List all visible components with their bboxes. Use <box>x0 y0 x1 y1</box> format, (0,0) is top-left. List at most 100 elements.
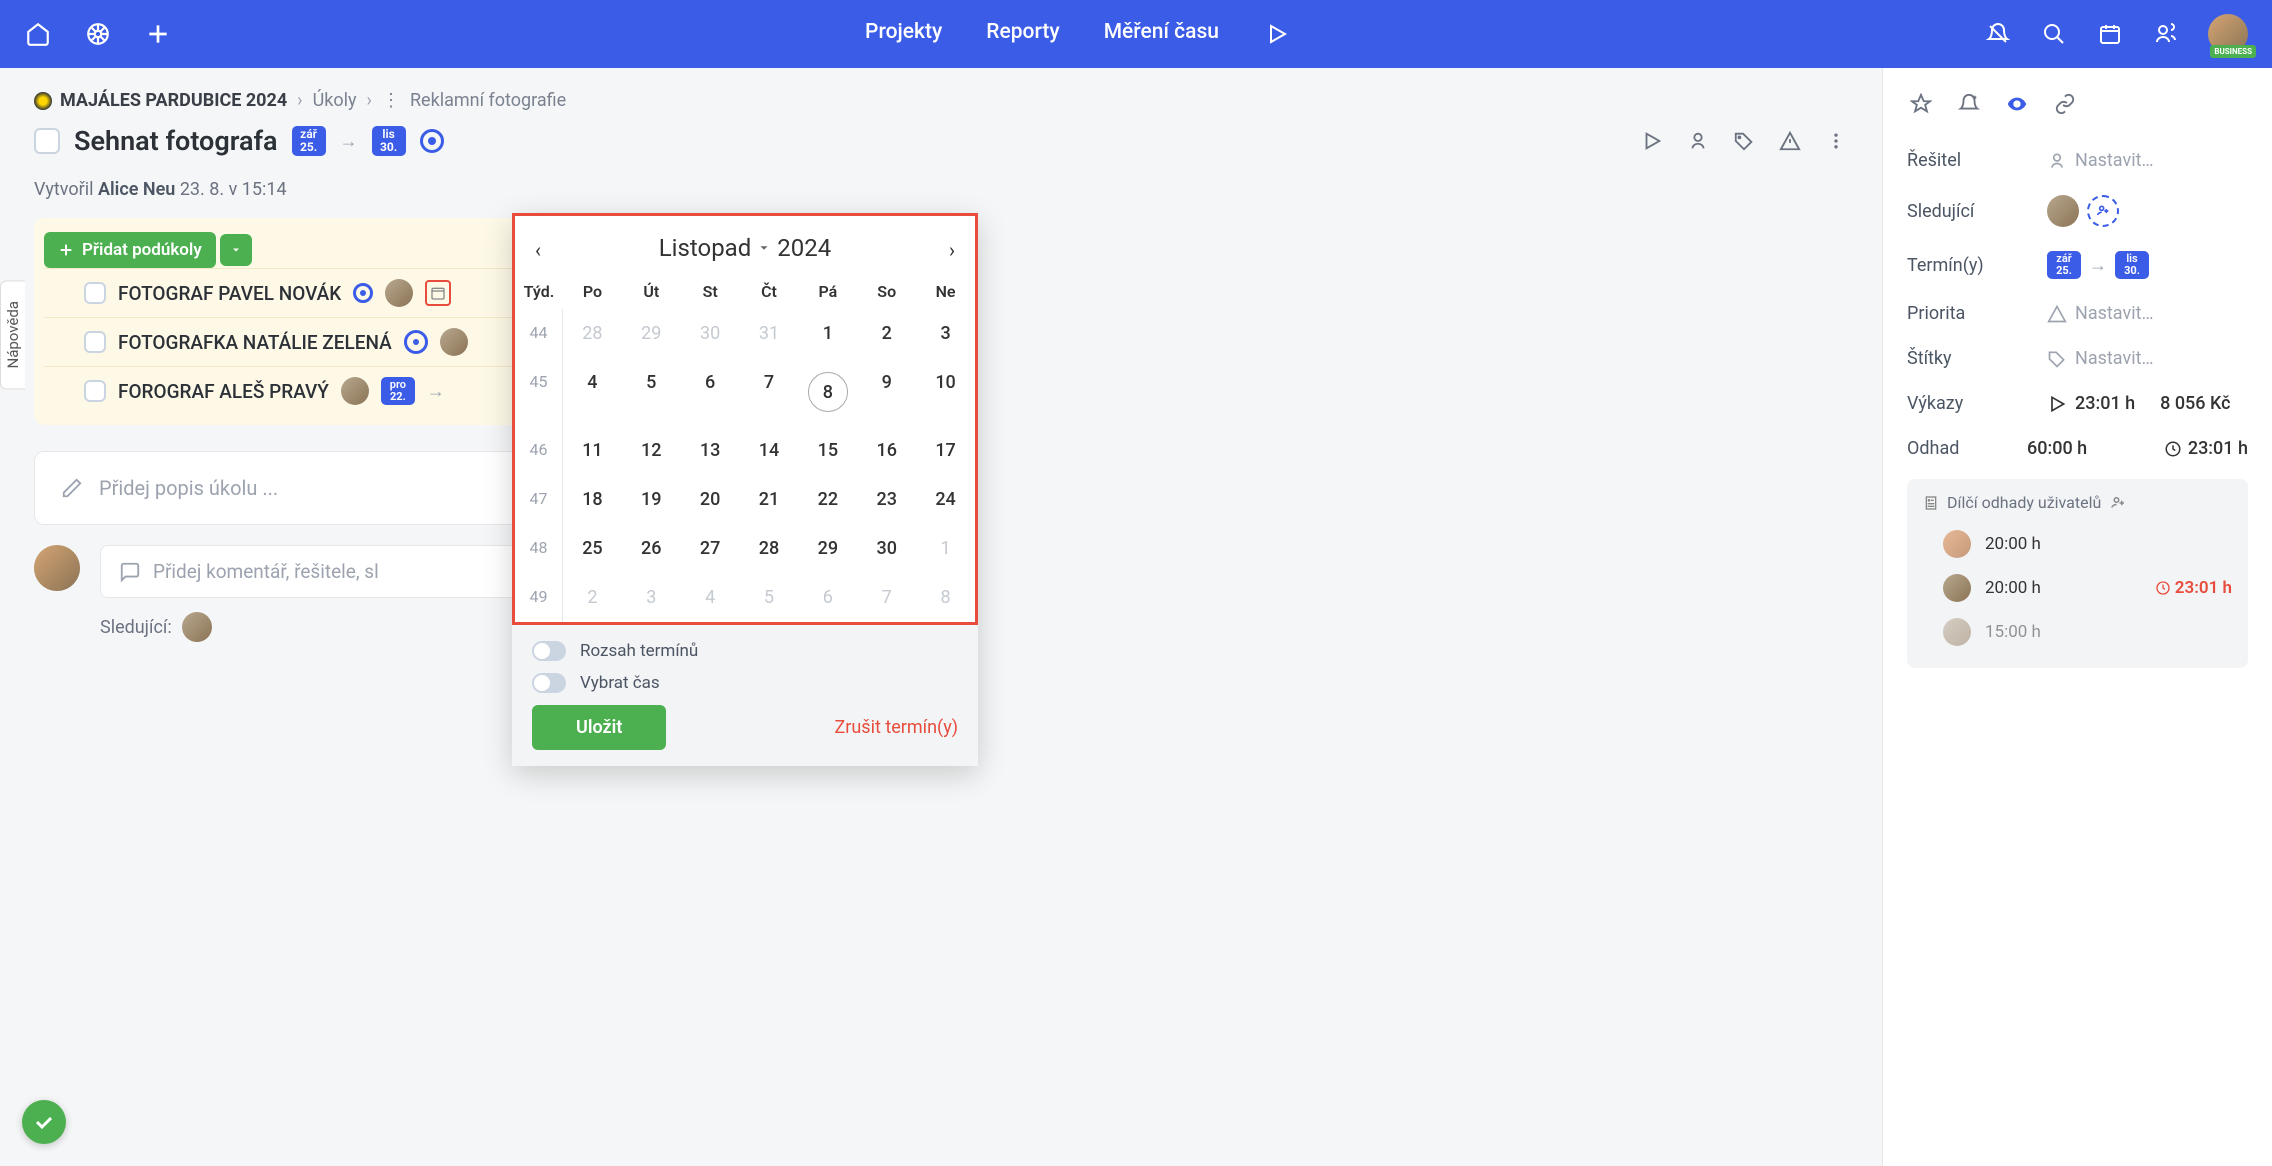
calendar-day[interactable]: 3 <box>622 573 681 622</box>
calendar-day[interactable]: 9 <box>857 358 916 426</box>
calendar-day[interactable]: 25 <box>563 524 622 573</box>
home-icon[interactable] <box>24 20 52 48</box>
calendar-day[interactable]: 28 <box>563 309 622 358</box>
calendar-day[interactable]: 5 <box>622 358 681 426</box>
calendar-day[interactable]: 19 <box>622 475 681 524</box>
calendar-day[interactable]: 7 <box>740 358 799 426</box>
calendar-day[interactable]: 13 <box>681 426 740 475</box>
range-toggle[interactable] <box>532 641 566 661</box>
calendar-month[interactable]: Listopad <box>659 234 752 262</box>
more-icon[interactable] <box>1824 129 1848 153</box>
calendar-day[interactable]: 22 <box>798 475 857 524</box>
calendar-year[interactable]: 2024 <box>777 234 831 262</box>
calendar-day[interactable]: 29 <box>798 524 857 573</box>
calendar-day[interactable]: 23 <box>857 475 916 524</box>
calendar-day[interactable]: 11 <box>563 426 622 475</box>
calendar-day[interactable]: 27 <box>681 524 740 573</box>
star-icon[interactable] <box>1907 90 1935 118</box>
bell-icon[interactable] <box>1984 20 2012 48</box>
subtask-date-badge[interactable]: pro22. <box>381 377 415 405</box>
calendar-button[interactable] <box>425 280 451 306</box>
calendar-day[interactable]: 10 <box>916 358 975 426</box>
calendar-day[interactable]: 2 <box>563 573 622 622</box>
calendar-day[interactable]: 16 <box>857 426 916 475</box>
assignee-avatar[interactable] <box>385 279 413 307</box>
breadcrumb-project[interactable]: MAJÁLES PARDUBICE 2024 <box>34 90 287 111</box>
calendar-day[interactable]: 12 <box>622 426 681 475</box>
link-icon[interactable] <box>2051 90 2079 118</box>
calendar-day[interactable]: 6 <box>681 358 740 426</box>
calendar-day[interactable]: 24 <box>916 475 975 524</box>
calendar-day[interactable]: 3 <box>916 309 975 358</box>
user-avatar[interactable]: BUSINESS <box>2208 14 2248 54</box>
watcher-avatar[interactable] <box>182 612 212 642</box>
calendar-day[interactable]: 17 <box>916 426 975 475</box>
prev-month-button[interactable]: ‹ <box>535 238 541 262</box>
calendar-day[interactable]: 29 <box>622 309 681 358</box>
calendar-day[interactable]: 8 <box>798 358 857 426</box>
play-icon[interactable] <box>1640 129 1664 153</box>
target-icon[interactable] <box>353 283 373 303</box>
save-button[interactable]: Uložit <box>532 705 666 750</box>
date-to-badge[interactable]: lis30. <box>372 126 406 156</box>
add-subtask-button[interactable]: Přidat podúkoly <box>44 232 216 268</box>
calendar-day[interactable]: 1 <box>916 524 975 573</box>
calendar-day[interactable]: 21 <box>740 475 799 524</box>
bell-plus-icon[interactable] <box>1955 90 1983 118</box>
calendar-day[interactable]: 5 <box>740 573 799 622</box>
task-checkbox[interactable] <box>34 128 60 154</box>
calendar-day[interactable]: 31 <box>740 309 799 358</box>
calendar-day[interactable]: 30 <box>681 309 740 358</box>
nav-reporty[interactable]: Reporty <box>986 20 1059 48</box>
breadcrumb-more-icon[interactable]: ⋮ <box>382 90 400 111</box>
next-month-button[interactable]: › <box>949 238 955 262</box>
calendar-day[interactable]: 30 <box>857 524 916 573</box>
terminy-value[interactable]: zář25. → lis30. <box>2047 251 2149 279</box>
calendar-day[interactable]: 28 <box>740 524 799 573</box>
date-from-badge[interactable]: zář25. <box>292 126 326 156</box>
sledujici-value[interactable] <box>2047 195 2119 227</box>
search-icon[interactable] <box>2040 20 2068 48</box>
subtask-checkbox[interactable] <box>84 380 106 402</box>
target-icon[interactable] <box>420 129 444 153</box>
subtask-checkbox[interactable] <box>84 282 106 304</box>
calendar-icon[interactable] <box>2096 20 2124 48</box>
tag-icon[interactable] <box>1732 129 1756 153</box>
calendar-day[interactable]: 26 <box>622 524 681 573</box>
odhad-planned[interactable]: 60:00 h <box>2027 438 2087 459</box>
assignee-avatar[interactable] <box>440 328 468 356</box>
warning-icon[interactable] <box>1778 129 1802 153</box>
help-tab[interactable]: Nápověda <box>0 280 25 389</box>
stitky-value[interactable]: Nastavit… <box>2047 348 2154 369</box>
breadcrumb-tasks[interactable]: Úkoly <box>313 90 357 111</box>
target-icon[interactable] <box>404 330 428 354</box>
calendar-day[interactable]: 4 <box>563 358 622 426</box>
calendar-day[interactable]: 20 <box>681 475 740 524</box>
add-estimate-icon[interactable] <box>2109 494 2127 512</box>
chevron-down-icon[interactable] <box>757 241 771 255</box>
subtask-checkbox[interactable] <box>84 331 106 353</box>
vykazy-value[interactable]: 23:01 h 8 056 Kč <box>2047 393 2231 414</box>
calendar-day[interactable]: 14 <box>740 426 799 475</box>
nav-projekty[interactable]: Projekty <box>865 20 942 48</box>
assignee-avatar[interactable] <box>341 377 369 405</box>
wheel-icon[interactable] <box>84 20 112 48</box>
priorita-value[interactable]: Nastavit… <box>2047 303 2154 324</box>
calendar-day[interactable]: 7 <box>857 573 916 622</box>
calendar-day[interactable]: 6 <box>798 573 857 622</box>
play-icon[interactable] <box>1263 20 1291 48</box>
add-subtask-dropdown[interactable] <box>220 234 252 266</box>
add-watcher-button[interactable] <box>2087 195 2119 227</box>
calendar-day[interactable]: 1 <box>798 309 857 358</box>
people-icon[interactable] <box>2152 20 2180 48</box>
calendar-day[interactable]: 15 <box>798 426 857 475</box>
eye-icon[interactable] <box>2003 90 2031 118</box>
plus-icon[interactable] <box>144 20 172 48</box>
time-toggle[interactable] <box>532 673 566 693</box>
calendar-day[interactable]: 2 <box>857 309 916 358</box>
cancel-dates-button[interactable]: Zrušit termín(y) <box>835 717 959 738</box>
status-fab[interactable] <box>22 1100 66 1144</box>
person-icon[interactable] <box>1686 129 1710 153</box>
calendar-day[interactable]: 8 <box>916 573 975 622</box>
calendar-day[interactable]: 4 <box>681 573 740 622</box>
